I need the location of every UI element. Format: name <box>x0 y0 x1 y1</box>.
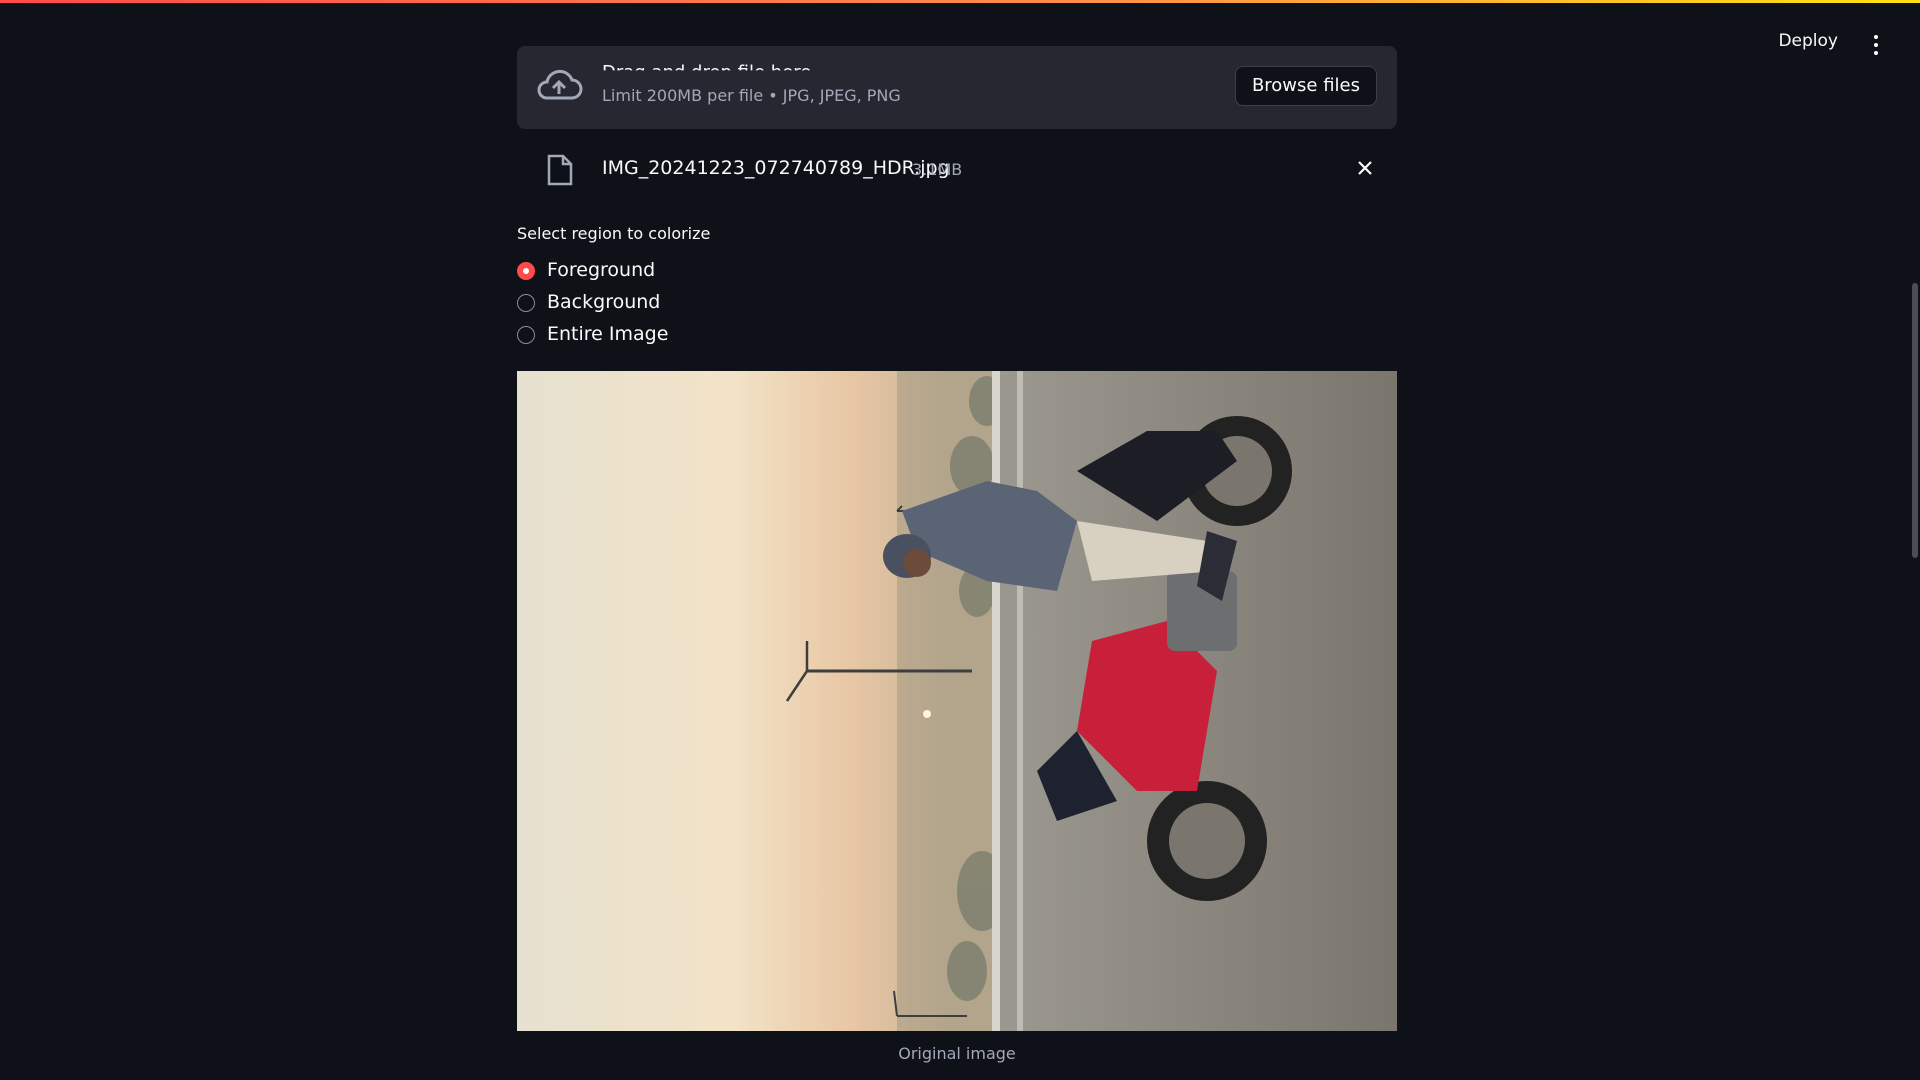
radio-option-label: Foreground <box>547 259 656 281</box>
uploaded-file-row: IMG_20241223_072740789_HDR.jpg 3.1MB <box>517 142 1397 194</box>
main-menu-button[interactable] <box>1870 35 1882 59</box>
deploy-button[interactable]: Deploy <box>1778 31 1838 51</box>
file-name: IMG_20241223_072740789_HDR.jpg <box>602 157 950 179</box>
image-caption: Original image <box>898 1044 1016 1063</box>
scrollbar-thumb[interactable] <box>1912 283 1918 558</box>
cloud-upload-icon <box>537 69 583 100</box>
radio-option-label: Background <box>547 291 661 313</box>
uploader-limit-text: Limit 200MB per file • JPG, JPEG, PNG <box>602 86 901 105</box>
radio-option-label: Entire Image <box>547 323 669 345</box>
original-image <box>517 371 1397 1031</box>
radio-selected-indicator <box>517 262 535 280</box>
radio-entire-image[interactable]: Entire Image <box>517 322 737 350</box>
file-size: 3.1MB <box>912 160 963 179</box>
vertical-ellipsis-icon <box>1870 35 1882 55</box>
close-icon[interactable] <box>1353 156 1377 180</box>
uploader-title: Drag and drop file here <box>602 62 812 83</box>
browse-files-button[interactable]: Browse files <box>1234 66 1377 106</box>
region-select-label: Select region to colorize <box>517 224 711 243</box>
file-uploader-dropzone[interactable]: Drag and drop file here Limit 200MB per … <box>517 46 1397 129</box>
radio-unselected-indicator <box>517 294 535 312</box>
file-icon <box>547 154 573 186</box>
radio-unselected-indicator <box>517 326 535 344</box>
radio-foreground[interactable]: Foreground <box>517 258 737 286</box>
radio-background[interactable]: Background <box>517 290 737 318</box>
page-scrollbar[interactable] <box>1910 75 1920 1080</box>
